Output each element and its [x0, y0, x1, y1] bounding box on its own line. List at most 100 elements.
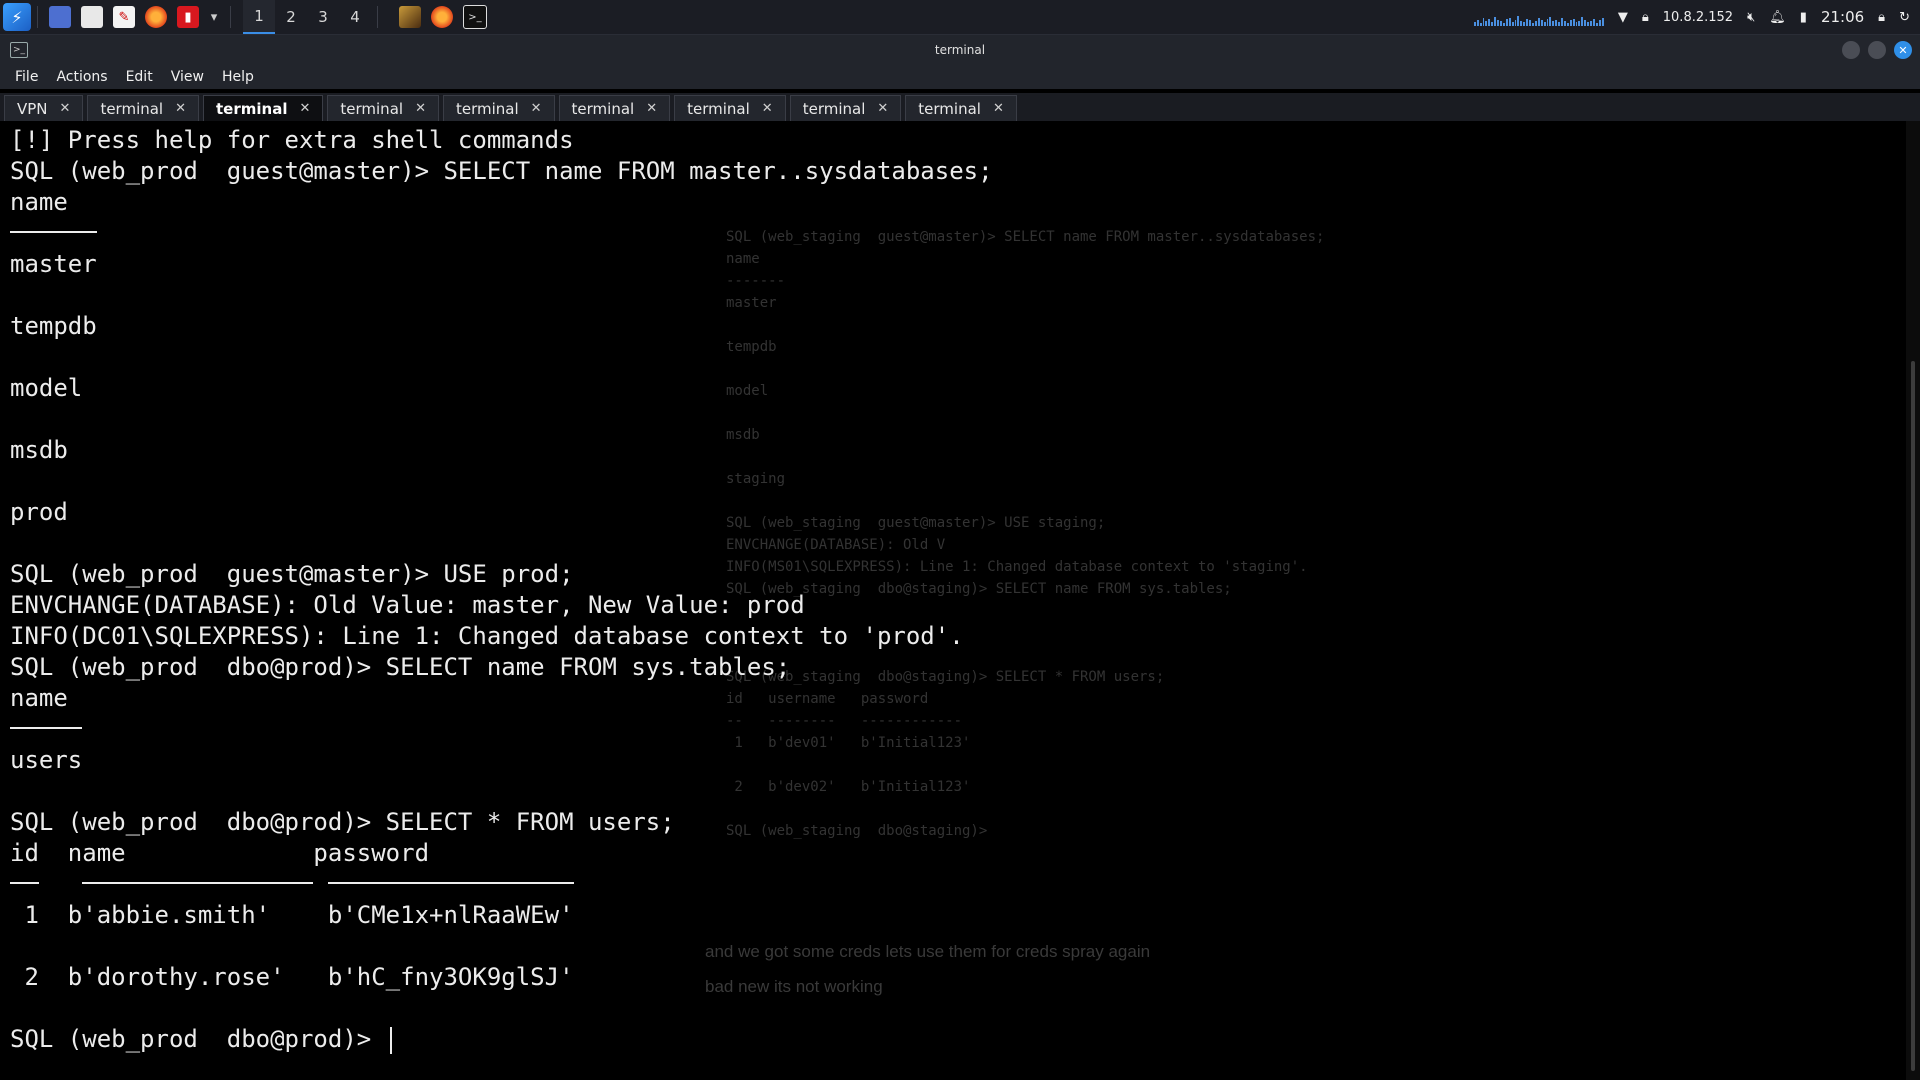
tab-bar: VPN ✕ terminal ✕ terminal ✕ terminal ✕ terminal ✕…	[0, 93, 1920, 121]
window-title: terminal	[934, 43, 986, 57]
battery-icon[interactable]: ▮	[1800, 10, 1807, 25]
network-graph-bar	[1595, 23, 1598, 26]
terminal-red-icon[interactable]: ▮	[177, 6, 199, 28]
refresh-icon[interactable]: ↻	[1899, 10, 1910, 25]
terminal-line: users	[10, 745, 1890, 776]
tab-terminal-3[interactable]: terminal ✕	[203, 95, 324, 121]
workspace-4[interactable]: 4	[339, 0, 371, 34]
text-cursor[interactable]	[389, 1026, 392, 1054]
desktop-icon[interactable]	[49, 6, 71, 28]
terminal-line: model	[10, 373, 1890, 404]
menu-view[interactable]: View	[156, 69, 213, 85]
network-graph-bar	[1566, 23, 1569, 26]
kali-menu-icon[interactable]: ⚡	[3, 3, 31, 31]
terminal-line-text: 2 b'dorothy.rose' b'hC_fny3OK9glSJ'	[10, 963, 574, 991]
tab-close-icon[interactable]: ✕	[60, 101, 71, 116]
terminal-window-icon[interactable]: >_	[463, 5, 487, 29]
vpn-lock-icon[interactable]: 🔒︎	[1642, 10, 1649, 25]
chevron-down-icon[interactable]: ▾	[209, 6, 219, 28]
tab-label: VPN	[17, 99, 48, 118]
network-graph-icon[interactable]	[1473, 8, 1604, 26]
network-graph-bar	[1558, 22, 1561, 26]
tab-close-icon[interactable]: ✕	[415, 101, 426, 116]
tab-close-icon[interactable]: ✕	[877, 101, 888, 116]
tab-close-icon[interactable]: ✕	[299, 101, 310, 116]
network-graph-bar	[1572, 19, 1575, 26]
workspace-3[interactable]: 3	[307, 0, 339, 34]
tab-terminal-8[interactable]: terminal ✕	[789, 95, 902, 121]
system-panel: ⚡ ✎ ▮ ▾ 1 2 3 4 >_ ▼ 🔒︎ 10.8.2.152 🔇︎ 🔔︎…	[0, 0, 1920, 35]
tab-terminal-5[interactable]: terminal ✕	[442, 95, 555, 121]
tab-terminal-7[interactable]: terminal ✕	[674, 95, 786, 121]
menu-bar: File Actions Edit View Help	[0, 65, 1920, 89]
network-graph-bar	[1508, 18, 1511, 26]
terminal-line: INFO(DC01\SQLEXPRESS): Line 1: Changed d…	[10, 621, 1890, 652]
scrollbar-thumb[interactable]	[1911, 361, 1915, 1071]
tab-vpn-1[interactable]: VPN ✕	[4, 95, 84, 121]
tab-close-icon[interactable]: ✕	[175, 101, 186, 116]
workspace-1[interactable]: 1	[243, 0, 275, 34]
tab-close-icon[interactable]: ✕	[646, 101, 657, 116]
terminal-line-text: name	[10, 684, 68, 712]
column-underline	[10, 727, 83, 729]
app-thumb-icon[interactable]	[399, 6, 421, 28]
panel-separator	[230, 6, 231, 28]
network-graph-bar	[1514, 20, 1517, 26]
minimize-button[interactable]	[1842, 41, 1860, 59]
terminal-view[interactable]: SQL (web_staging guest@master)> SELECT n…	[0, 121, 1906, 1080]
column-separator-line	[10, 869, 1890, 900]
tab-terminal-9[interactable]: terminal ✕	[905, 95, 1017, 121]
menu-actions[interactable]: Actions	[41, 69, 116, 85]
terminal-line: SQL (web_prod guest@master)> USE prod;	[10, 559, 1890, 590]
text-editor-icon[interactable]: ✎	[113, 6, 135, 28]
tab-label: terminal	[455, 99, 519, 118]
maximize-button[interactable]	[1868, 41, 1886, 59]
tab-label: terminal	[918, 99, 981, 118]
tab-label: terminal	[340, 99, 404, 118]
tab-close-icon[interactable]: ✕	[762, 101, 773, 116]
tab-close-icon[interactable]: ✕	[993, 101, 1004, 116]
workspace-switcher: 1 2 3 4	[243, 0, 371, 34]
network-graph-bar	[1497, 20, 1499, 26]
network-graph-bar	[1549, 17, 1552, 26]
wifi-icon[interactable]: ▼	[1618, 10, 1628, 25]
network-graph-bar	[1563, 21, 1566, 26]
terminal-output: [!] Press help for extra shell commands S…	[10, 125, 1890, 1055]
file-manager-icon[interactable]	[81, 6, 103, 28]
panel-separator	[377, 6, 378, 28]
column-separator-line	[10, 218, 1890, 249]
firefox-icon[interactable]	[145, 6, 167, 28]
network-graph-bar	[1575, 22, 1578, 26]
window-titlebar[interactable]: >_ terminal ✕	[0, 35, 1920, 65]
network-graph-bar	[1534, 21, 1537, 26]
terminal-line-text: SQL (web_prod dbo@prod)> SELECT name FRO…	[10, 653, 791, 681]
terminal-line: id name password	[10, 838, 1890, 869]
terminal-line: 2 b'dorothy.rose' b'hC_fny3OK9glSJ'	[10, 962, 1890, 993]
taskbar-windows: >_	[394, 5, 492, 29]
tab-terminal-2[interactable]: terminal ✕	[87, 95, 200, 121]
tab-label: terminal	[100, 99, 164, 118]
clock[interactable]: 21:06	[1821, 8, 1864, 26]
window-menu-icon[interactable]: >_	[10, 42, 28, 58]
firefox-window-icon[interactable]	[431, 6, 453, 28]
terminal-line: SQL (web_prod dbo@prod)> SELECT name FRO…	[10, 652, 1890, 683]
close-button[interactable]: ✕	[1894, 41, 1912, 59]
mute-icon[interactable]: 🔇︎	[1747, 10, 1755, 25]
tab-terminal-6[interactable]: terminal ✕	[558, 95, 671, 121]
tab-terminal-4[interactable]: terminal ✕	[327, 95, 439, 121]
menu-help[interactable]: Help	[207, 69, 263, 85]
tab-close-icon[interactable]: ✕	[531, 101, 542, 116]
network-graph-bar	[1517, 16, 1520, 26]
network-graph-bar	[1590, 21, 1592, 26]
menu-edit[interactable]: Edit	[111, 69, 162, 85]
workspace-2[interactable]: 2	[275, 0, 307, 34]
bell-icon[interactable]: 🔔︎	[1769, 10, 1786, 25]
terminal-line-text: SQL (web_prod dbo@prod)>	[10, 1025, 386, 1053]
lock-icon[interactable]: 🔒︎	[1878, 10, 1885, 25]
terminal-scrollbar[interactable]	[1906, 121, 1920, 1080]
menu-file[interactable]: File	[0, 69, 47, 85]
